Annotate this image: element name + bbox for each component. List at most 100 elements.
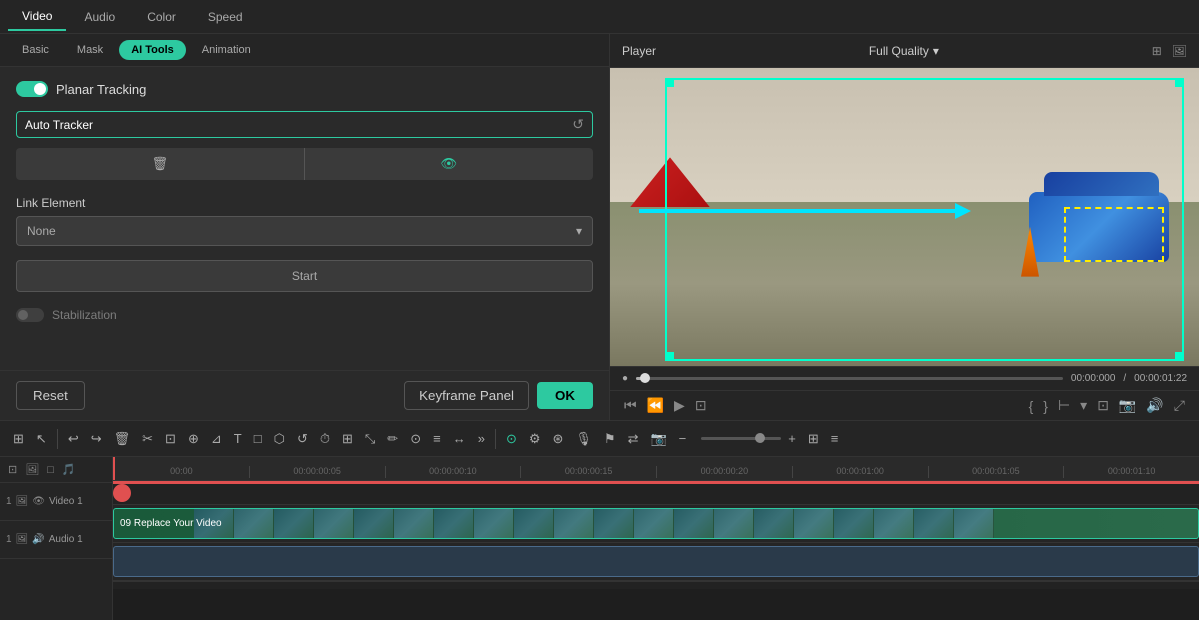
monitor-button[interactable]: ⊡ — [1095, 395, 1111, 416]
tool-ripple[interactable]: ≡ — [428, 427, 446, 450]
playback-controls: ⏮ ⏪ ▶ ⊡ — [622, 395, 709, 416]
reset-button[interactable]: Reset — [16, 381, 85, 410]
tab-speed[interactable]: Speed — [194, 4, 257, 30]
refresh-icon[interactable]: ↺ — [572, 116, 584, 133]
image-icon[interactable]: 🖼 — [1172, 44, 1187, 58]
subtab-basic[interactable]: Basic — [10, 40, 61, 60]
tool-redo[interactable]: ↪ — [86, 427, 107, 451]
tool-zoom-in[interactable]: + — [783, 427, 801, 450]
volume-button[interactable]: 🔊 — [1144, 395, 1165, 416]
quality-select[interactable]: Full Quality ▾ — [869, 44, 939, 58]
tool-active-green[interactable]: ⊙ — [501, 427, 522, 451]
mark-in-button[interactable]: { — [1027, 396, 1036, 416]
tool-transform[interactable]: ⊿ — [206, 427, 227, 451]
tool-cursor[interactable]: ↖ — [31, 427, 52, 451]
tool-resize[interactable]: ⤡ — [360, 427, 380, 451]
step-back-button[interactable]: ⏪ — [645, 395, 666, 416]
start-button[interactable]: Start — [16, 260, 593, 292]
audio-track-sound-icon[interactable]: 🔊 — [32, 534, 44, 545]
zoom-slider[interactable] — [701, 437, 781, 440]
delete-tracker-button[interactable]: 🗑 — [16, 148, 305, 180]
toolbar-separator-2 — [495, 429, 496, 449]
trash-icon: 🗑 — [152, 156, 169, 172]
ruler-mark-6: 00:00:01:05 — [928, 466, 1064, 478]
grid-view-icon[interactable]: ⊞ — [1152, 44, 1162, 58]
tool-link[interactable]: ⊞ — [337, 427, 358, 451]
eye-icon: 👁 — [441, 156, 458, 172]
subtab-ai-tools[interactable]: AI Tools — [119, 40, 186, 60]
clip-thumb-14 — [714, 509, 754, 538]
tab-audio[interactable]: Audio — [70, 4, 129, 30]
playhead[interactable] — [113, 457, 115, 480]
subtab-mask[interactable]: Mask — [65, 40, 115, 60]
tab-video[interactable]: Video — [8, 3, 66, 31]
tool-text[interactable]: T — [229, 427, 247, 450]
ts-music-btn[interactable]: 🎵 — [60, 461, 78, 478]
tool-cut[interactable]: ✂ — [137, 427, 158, 451]
link-element-select[interactable]: None ▾ — [16, 216, 593, 246]
tool-crop[interactable]: ⊡ — [160, 427, 181, 451]
subtab-animation[interactable]: Animation — [190, 40, 263, 60]
timeline-sidebar: ⊡ 🖼 □ 🎵 1 🖼 👁 Video 1 1 🖼 🔊 Audio 1 — [0, 457, 113, 620]
tool-photo[interactable]: 📷 — [645, 427, 671, 451]
skip-back-button[interactable]: ⏮ — [622, 395, 639, 416]
current-time-display: 00:00:000 — [1071, 373, 1116, 384]
tool-speed[interactable]: ⏱ — [315, 427, 335, 451]
audio-track-name: Audio 1 — [49, 534, 83, 545]
stop-button[interactable]: ⊡ — [693, 395, 709, 416]
timeline-scrollbar[interactable] — [113, 581, 1199, 589]
clip-thumb-3 — [274, 509, 314, 538]
tool-swap[interactable]: ⇄ — [623, 427, 644, 451]
ts-photo-btn[interactable]: 🖼 — [23, 461, 41, 478]
tool-flag[interactable]: ⚑ — [599, 427, 621, 451]
tool-box[interactable]: □ — [249, 427, 267, 450]
show-tracker-button[interactable]: 👁 — [305, 148, 593, 180]
timeline-dot — [640, 373, 650, 383]
ts-layout-btn[interactable]: ⊡ — [6, 461, 19, 478]
audio-track-label: 1 🖼 🔊 Audio 1 — [0, 521, 112, 559]
player-timeline-bar[interactable] — [636, 377, 1063, 380]
fullscreen-button[interactable]: ⤢ — [1172, 395, 1187, 416]
planar-tracking-toggle[interactable] — [16, 81, 48, 97]
ok-button[interactable]: OK — [537, 382, 593, 409]
video-track-eye-icon[interactable]: 👁 — [32, 496, 45, 507]
tool-undo[interactable]: ↩ — [63, 427, 84, 451]
play-button[interactable]: ▶ — [672, 395, 687, 416]
tool-pen[interactable]: ✏ — [382, 427, 403, 451]
video-background — [610, 68, 1199, 366]
ts-box-btn[interactable]: □ — [45, 462, 56, 478]
tool-mic[interactable]: 🎙 — [570, 427, 597, 451]
clip-thumb-4 — [314, 509, 354, 538]
split-button[interactable]: ⊢ — [1056, 395, 1072, 416]
chevron-down-ctrl[interactable]: ▾ — [1078, 395, 1089, 416]
tool-shield[interactable]: ⊛ — [548, 427, 569, 451]
tab-color[interactable]: Color — [133, 4, 190, 30]
tool-delete[interactable]: 🗑 — [109, 427, 136, 451]
tool-split-audio[interactable]: ↔ — [448, 427, 471, 450]
tool-select[interactable]: ⊞ — [8, 427, 29, 451]
tool-shape[interactable]: ⬡ — [269, 427, 290, 451]
audio-track-row[interactable] — [113, 543, 1199, 581]
timeline-tracks: 00:00 00:00:00:05 00:00:00:10 00:00:00:1… — [113, 457, 1199, 620]
video-track-row[interactable]: 09 Replace Your Video — [113, 505, 1199, 543]
tool-rotate[interactable]: ↺ — [292, 427, 313, 451]
link-element-value: None — [27, 224, 56, 238]
timeline-area: ⊡ 🖼 □ 🎵 1 🖼 👁 Video 1 1 🖼 🔊 Audio 1 — [0, 457, 1199, 620]
clip-thumb-8 — [474, 509, 514, 538]
mark-out-button[interactable]: } — [1041, 396, 1050, 416]
camera-button[interactable]: 📷 — [1117, 395, 1138, 416]
footer-right: Keyframe Panel OK — [404, 381, 593, 410]
tool-add[interactable]: ⊕ — [183, 427, 204, 451]
tool-more[interactable]: » — [473, 427, 490, 450]
tool-filter[interactable]: ⊙ — [405, 427, 426, 451]
total-time-display: 00:00:01:22 — [1134, 373, 1187, 384]
stabilization-toggle[interactable] — [16, 308, 44, 322]
tool-minus[interactable]: − — [674, 427, 692, 450]
ruler-mark-7: 00:00:01:10 — [1063, 466, 1199, 478]
tool-settings[interactable]: ⚙ — [524, 427, 546, 451]
keyframe-panel-button[interactable]: Keyframe Panel — [404, 381, 529, 410]
tool-list[interactable]: ≡ — [826, 427, 844, 450]
video-clip[interactable]: 09 Replace Your Video — [113, 508, 1199, 539]
clip-thumb-15 — [754, 509, 794, 538]
tool-grid[interactable]: ⊞ — [803, 427, 824, 451]
